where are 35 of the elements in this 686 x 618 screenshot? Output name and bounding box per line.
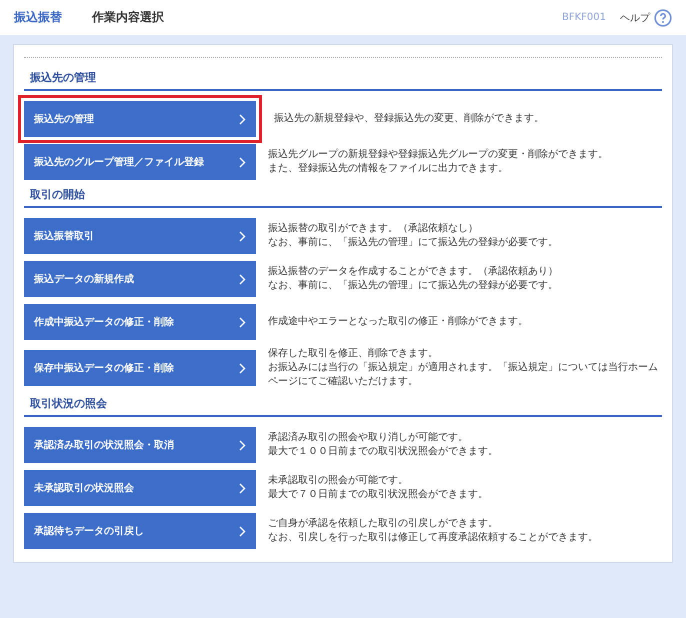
menu-description: 承認済み取引の照会や取り消しが可能です。 最大で１００日前までの取引状況照会ができます。 (268, 431, 498, 459)
chevron-right-icon (239, 274, 246, 284)
chevron-right-icon (239, 316, 246, 328)
menu-button[interactable]: 振込データの新規作成 (24, 261, 256, 297)
section-heading: 取引の開始 (24, 187, 662, 208)
chevron-right-icon (239, 156, 246, 168)
menu-description: 作成途中やエラーとなった取引の修正・削除ができます。 (268, 315, 528, 329)
chevron-right-icon (239, 482, 246, 494)
page-title: 振込振替 (14, 9, 62, 26)
chevron-right-icon (239, 230, 246, 242)
menu-button[interactable]: 承認待ちデータの引戻し (24, 513, 256, 549)
menu-button[interactable]: 振込先の管理 (18, 95, 262, 143)
chevron-right-icon (239, 440, 246, 450)
menu-button[interactable]: 承認済み取引の状況照会・取消 (24, 427, 256, 463)
section-heading: 取引状況の照会 (24, 396, 662, 417)
menu-description: 未承認取引の照会が可能です。 最大で７０日前までの取引状況照会ができます。 (268, 474, 488, 502)
menu-button[interactable]: 保存中振込データの修正・削除 (24, 350, 256, 386)
help-link[interactable]: ヘルプ (620, 8, 672, 26)
menu-button[interactable]: 作成中振込データの修正・削除 (24, 304, 256, 340)
section-heading: 振込先の管理 (24, 70, 662, 91)
chevron-right-icon (239, 362, 246, 374)
menu-button[interactable]: 振込先のグループ管理／ファイル登録 (24, 144, 256, 180)
menu-description: 振込振替の取引ができます。（承認依頼なし） なお、事前に、「振込先の管理」にて振込先の登録が必要です。 (268, 222, 558, 250)
menu-description: 振込振替のデータを作成することができます。（承認依頼あり） なお、事前に、「振込先の管理」にて振込先の登録が必要です。 (268, 265, 558, 293)
chevron-right-icon (239, 114, 246, 124)
screen-id: BFKF001 (562, 12, 606, 23)
menu-button[interactable]: 未承認取引の状況照会 (24, 470, 256, 506)
menu-button[interactable]: 振込振替取引 (24, 218, 256, 254)
menu-description: 保存した取引を修正、削除できます。 お振込みには当行の「振込規定」が適用されます。「振込規定」については当行ホームページにてご確認いただけます。 (268, 347, 659, 389)
menu-description: 振込先グループの新規登録や登録振込先グループの変更・削除ができます。 また、登録振込先の情報をファイルに出力できます。 (268, 148, 608, 176)
chevron-right-icon (239, 526, 246, 536)
help-icon (654, 8, 672, 26)
menu-description: 振込先の新規登録や、登録振込先の変更、削除ができます。 (274, 112, 544, 126)
page-subtitle: 作業内容選択 (92, 9, 164, 26)
menu-description: ご自身が承認を依頼した取引の引戻しができます。 なお、引戻しを行った取引は修正して再度承認依頼することができます。 (268, 517, 598, 545)
